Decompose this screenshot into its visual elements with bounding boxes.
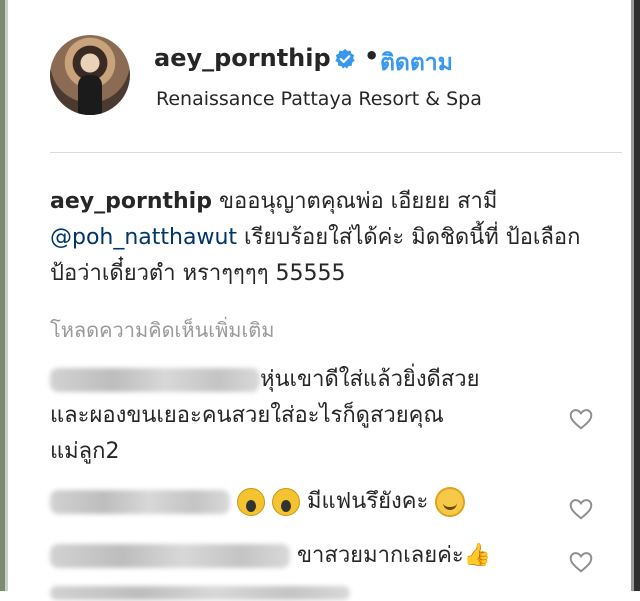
caption-text-part1: ขออนุญาตคุณพ่อ เอียยย สามี — [211, 189, 498, 214]
post-location[interactable]: Renaissance Pattaya Resort & Spa — [156, 88, 482, 110]
blurred-username[interactable] — [50, 585, 350, 600]
comment-text: ขาสวยมากเลยค่ะ — [297, 543, 464, 568]
smiling-face-icon — [435, 487, 466, 517]
window-right-border-inner — [631, 0, 634, 591]
verified-badge-icon — [335, 48, 355, 69]
comment-text-line3: แม่ลูก2 — [50, 439, 120, 464]
comment-item-partial — [50, 582, 350, 601]
caption-username[interactable]: aey_pornthip — [50, 189, 212, 214]
comment-text: มีแฟนรึยังคะ — [300, 489, 436, 514]
comment-text-line2: และผองขนเยอะคนสวยใส่อะไรก็ดูสวยคุณ — [50, 403, 444, 428]
heart-outline-icon[interactable] — [568, 406, 594, 432]
blurred-username[interactable] — [50, 544, 290, 568]
window-right-border — [634, 0, 640, 591]
heart-outline-icon[interactable] — [568, 549, 594, 575]
blurred-username[interactable] — [50, 368, 260, 392]
load-more-comments-link[interactable]: โหลดความคิดเห็นเพิ่มเติม — [50, 314, 274, 346]
avatar[interactable] — [50, 35, 130, 115]
post-header: aey_pornthip • ติดตาม Renaissance Pattay… — [50, 32, 610, 122]
post-username[interactable]: aey_pornthip — [154, 44, 331, 72]
face-screaming-icon — [272, 488, 300, 516]
face-screaming-icon — [237, 488, 265, 516]
header-divider — [50, 152, 622, 153]
caption-mention[interactable]: @poh_natthawut — [50, 225, 237, 250]
blurred-username[interactable] — [50, 490, 230, 514]
post-caption: aey_pornthip ขออนุญาตคุณพ่อ เอียยย สามี … — [50, 184, 610, 292]
heart-outline-icon[interactable] — [568, 496, 594, 522]
comment-item: ขาสวยมากเลยค่ะ👍 — [50, 538, 570, 574]
comment-text-line1: หุ่นเขาดีใส่แล้วยิ่งดีสวย — [260, 367, 480, 392]
thumbs-up-icon: 👍 — [463, 543, 492, 568]
separator-dot: • — [364, 42, 380, 70]
comment-item: มีแฟนรึยังคะ — [50, 484, 570, 520]
follow-button[interactable]: ติดตาม — [380, 45, 453, 81]
comment-item: หุ่นเขาดีใส่แล้วยิ่งดีสวย และผองขนเยอะคน… — [50, 362, 570, 470]
window-left-border-inner — [5, 0, 8, 591]
